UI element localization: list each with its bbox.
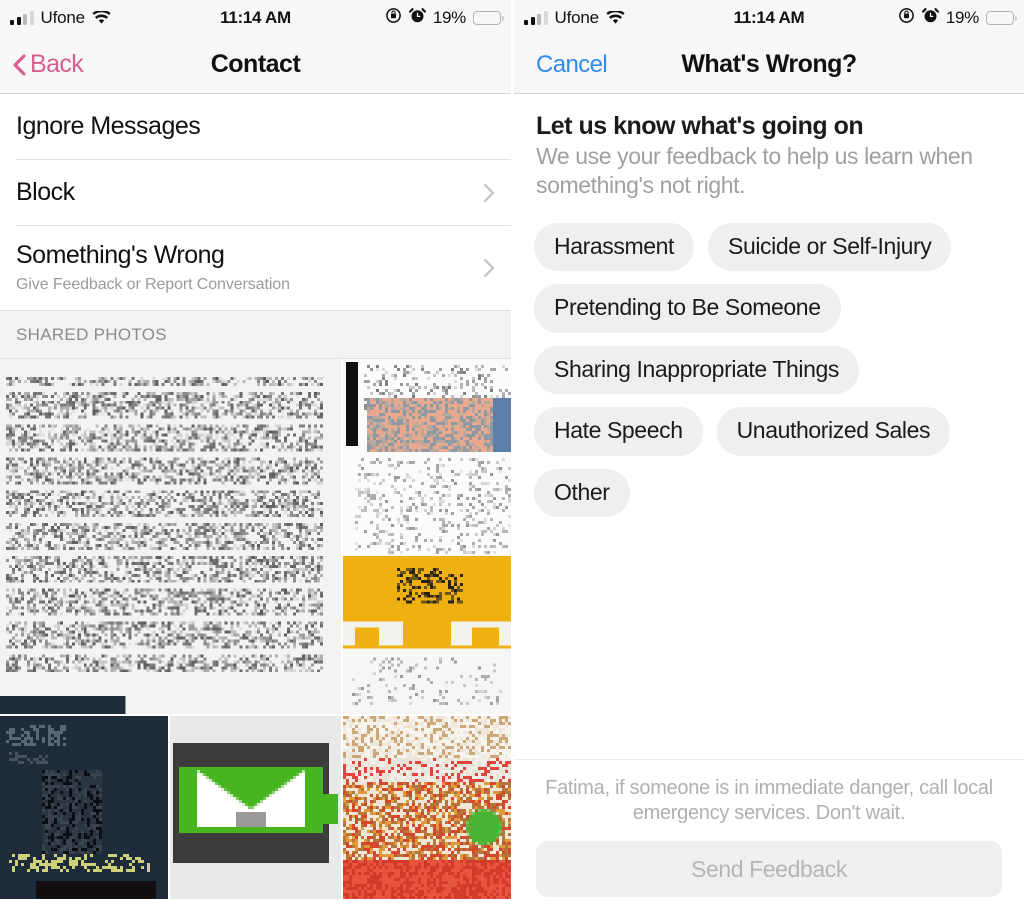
back-button[interactable]: Back <box>0 50 84 79</box>
list-item-title: Ignore Messages <box>16 112 201 140</box>
reason-chip-harassment[interactable]: Harassment <box>534 222 694 272</box>
status-bar-right: Ufone 11:14 AM 19% <box>514 0 1024 36</box>
battery-percent-label: 19% <box>432 8 466 27</box>
intro-block: Let us know what's going on We use your … <box>514 94 1024 201</box>
rotation-lock-icon <box>898 7 915 29</box>
chevron-left-icon <box>13 53 26 76</box>
status-bar-left: Ufone 11:14 AM 19% <box>0 0 511 36</box>
status-bar-right-group: 19% <box>898 7 1017 29</box>
feedback-body: Let us know what's going on We use your … <box>514 94 1024 911</box>
reason-chip-sharing-inappropriate-things[interactable]: Sharing Inappropriate Things <box>534 345 860 395</box>
left-phone-screen: Ufone 11:14 AM 19% Back Contact Ignore M… <box>0 0 511 911</box>
battery-icon <box>986 11 1017 25</box>
rotation-lock-icon <box>385 7 402 29</box>
chevron-right-icon <box>483 183 495 202</box>
list-item-block[interactable]: Block <box>0 160 511 225</box>
back-button-label: Back <box>30 50 84 78</box>
shared-photo-thumbnail[interactable] <box>343 716 511 899</box>
intro-heading: Let us know what's going on <box>536 112 864 140</box>
contact-options-list: Ignore Messages Block Something's Wrong … <box>0 94 511 310</box>
nav-bar-right: Cancel What's Wrong? <box>514 36 1024 94</box>
intro-body: We use your feedback to help us learn wh… <box>536 143 973 199</box>
section-header-shared-photos: SHARED PHOTOS <box>0 310 511 359</box>
reason-chip-list: Harassment Suicide or Self-Injury Preten… <box>514 201 1024 518</box>
shared-photo-thumbnail[interactable] <box>343 556 511 714</box>
list-item-ignore-messages[interactable]: Ignore Messages <box>0 94 511 159</box>
shared-photo-thumbnail[interactable] <box>170 716 341 899</box>
dual-screenshot-container: Ufone 11:14 AM 19% Back Contact Ignore M… <box>0 0 1024 911</box>
reason-chip-other[interactable]: Other <box>534 468 630 518</box>
section-header-label: SHARED PHOTOS <box>16 324 167 344</box>
reason-chip-pretending-to-be-someone[interactable]: Pretending to Be Someone <box>534 284 841 333</box>
reason-chip-unauthorized-sales[interactable]: Unauthorized Sales <box>716 407 951 456</box>
nav-bar-left: Back Contact <box>0 36 511 94</box>
feedback-footer: Fatima, if someone is in immediate dange… <box>514 758 1024 911</box>
shared-photos-grid <box>0 359 511 899</box>
chevron-right-icon <box>483 258 495 278</box>
list-item-subtitle: Give Feedback or Report Conversation <box>16 276 290 293</box>
right-phone-screen: Ufone 11:14 AM 19% Cancel What's Wrong? … <box>514 0 1024 911</box>
cancel-button[interactable]: Cancel <box>514 50 608 79</box>
list-item-somethings-wrong[interactable]: Something's Wrong Give Feedback or Repor… <box>0 226 511 310</box>
battery-icon <box>473 11 504 25</box>
reason-chip-suicide-or-self-injury[interactable]: Suicide or Self-Injury <box>708 222 952 272</box>
shared-photo-thumbnail[interactable] <box>343 359 511 554</box>
list-item-title: Something's Wrong <box>16 241 225 269</box>
alarm-clock-icon <box>921 7 939 29</box>
battery-percent-label: 19% <box>945 8 979 27</box>
cancel-button-label: Cancel <box>536 50 608 78</box>
emergency-note: Fatima, if someone is in immediate dange… <box>545 776 993 825</box>
shared-photo-thumbnail[interactable] <box>0 716 168 899</box>
list-item-title: Block <box>16 178 75 206</box>
status-bar-right-group: 19% <box>385 7 504 29</box>
reason-chip-hate-speech[interactable]: Hate Speech <box>534 407 703 456</box>
alarm-clock-icon <box>408 7 426 29</box>
send-feedback-button[interactable]: Send Feedback <box>536 841 1002 897</box>
shared-photo-thumbnail[interactable] <box>0 359 341 714</box>
